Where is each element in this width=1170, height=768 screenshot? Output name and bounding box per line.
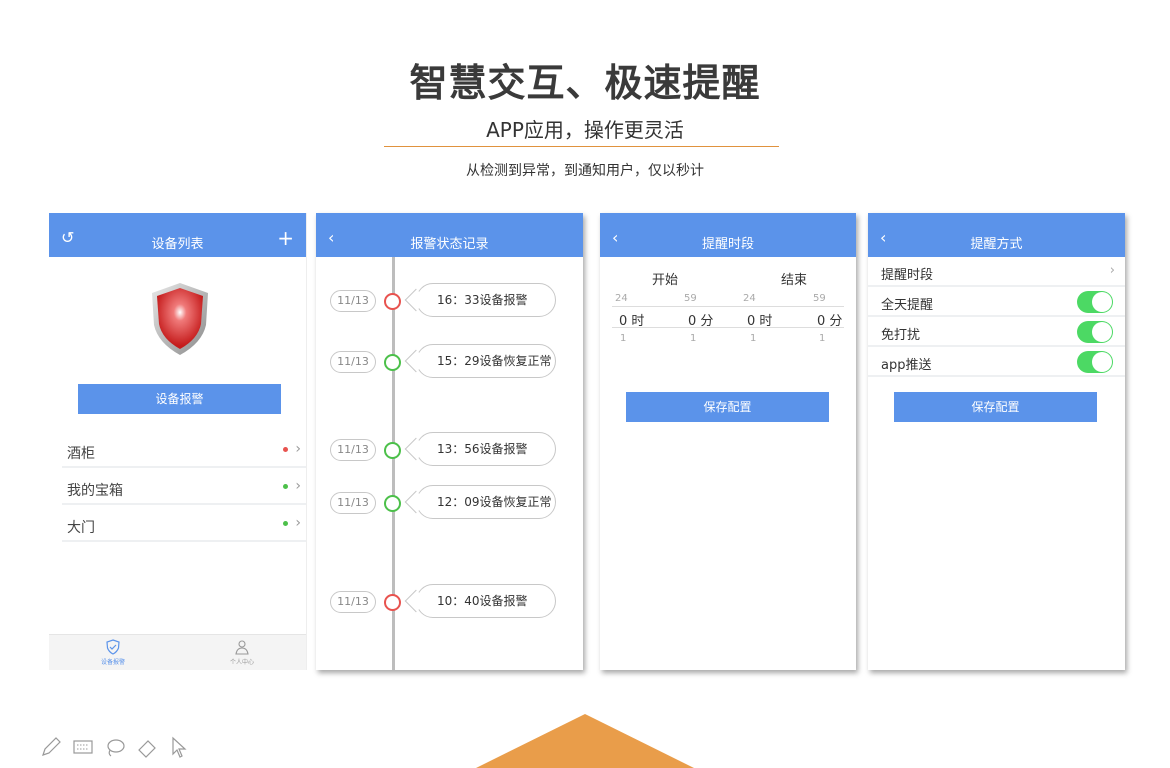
alarm-records-screen: ‹ 报警状态记录 11/13 16：33设备报警 11/13 15：29设备恢复… xyxy=(316,213,583,670)
pointer-icon[interactable] xyxy=(168,736,190,758)
settings-row-period[interactable]: 提醒时段 › xyxy=(868,257,1125,287)
list-item[interactable]: 酒柜 › xyxy=(62,431,306,468)
picker-next-value: 1 xyxy=(620,333,627,344)
record-text: 10：40设备报警 xyxy=(416,584,556,618)
dnd-toggle[interactable] xyxy=(1077,321,1113,343)
status-dot xyxy=(283,521,288,526)
end-label: 结束 xyxy=(781,273,808,288)
normal-marker xyxy=(384,442,401,459)
device-name: 我的宝箱 xyxy=(67,483,123,499)
decorative-triangle xyxy=(476,714,694,768)
nav-bar: ‹ 提醒时段 xyxy=(600,213,856,257)
device-name: 酒柜 xyxy=(67,446,95,462)
page-subtitle: APP应用，操作更灵活 xyxy=(486,118,684,142)
row-label: 免打扰 xyxy=(881,328,921,343)
picker-prev-value: 59 xyxy=(813,293,826,304)
record-text: 15：29设备恢复正常 xyxy=(416,344,556,378)
record-date: 11/13 xyxy=(330,351,376,373)
status-dot xyxy=(283,484,288,489)
row-label: 全天提醒 xyxy=(881,298,934,313)
timeline-entry[interactable]: 11/13 16：33设备报警 xyxy=(316,283,583,319)
normal-marker xyxy=(384,354,401,371)
status-dot xyxy=(283,447,288,452)
device-name: 大门 xyxy=(67,520,95,536)
settings-row-dnd: 免打扰 xyxy=(868,317,1125,347)
picker-next-value: 1 xyxy=(819,333,826,344)
reminder-period-screen: ‹ 提醒时段 开始 结束 24 59 24 59 0 时 0 分 0 时 0 分… xyxy=(600,213,856,670)
save-config-button[interactable]: 保存配置 xyxy=(626,392,829,422)
start-label: 开始 xyxy=(652,273,679,288)
record-date: 11/13 xyxy=(330,591,376,613)
nav-title: 报警状态记录 xyxy=(410,237,489,252)
timeline-entry[interactable]: 11/13 13：56设备报警 xyxy=(316,432,583,468)
picker-prev-value: 24 xyxy=(743,293,756,304)
picker-prev-value: 59 xyxy=(684,293,697,304)
tab-profile[interactable]: 个人中心 xyxy=(207,639,277,666)
nav-bar: ‹ 提醒方式 xyxy=(868,213,1125,257)
chevron-right-icon: › xyxy=(295,441,301,457)
record-text: 13：56设备报警 xyxy=(416,432,556,466)
chevron-right-icon: › xyxy=(295,478,301,494)
chevron-right-icon: › xyxy=(1109,263,1115,278)
page-description: 从检测到异常，到通知用户，仅以秒计 xyxy=(466,163,704,179)
nav-title: 提醒时段 xyxy=(701,237,754,252)
record-text: 16：33设备报警 xyxy=(416,283,556,317)
tab-device-alarm[interactable]: 设备报警 xyxy=(78,639,148,666)
settings-row-all-day: 全天提醒 xyxy=(868,287,1125,317)
nav-bar: ‹ 报警状态记录 xyxy=(316,213,583,257)
alarm-marker xyxy=(384,594,401,611)
nav-title: 设备列表 xyxy=(151,237,204,252)
picker-line xyxy=(612,306,844,307)
tab-bar: 设备报警 个人中心 xyxy=(49,634,306,670)
row-label: app推送 xyxy=(881,358,932,373)
list-item[interactable]: 大门 › xyxy=(62,505,306,542)
picker-next-value: 1 xyxy=(690,333,697,344)
reminder-method-screen: ‹ 提醒方式 提醒时段 › 全天提醒 免打扰 app推送 保存配置 xyxy=(868,213,1125,670)
row-label: 提醒时段 xyxy=(881,268,934,283)
record-date: 11/13 xyxy=(330,439,376,461)
pen-icon[interactable] xyxy=(40,736,62,758)
tab-label: 设备报警 xyxy=(100,659,125,666)
record-date: 11/13 xyxy=(330,290,376,312)
record-date: 11/13 xyxy=(330,492,376,514)
page-title: 智慧交互、极速提醒 xyxy=(409,61,761,105)
alarm-button[interactable]: 设备报警 xyxy=(78,384,281,414)
picker-prev-value: 24 xyxy=(615,293,628,304)
all-day-toggle[interactable] xyxy=(1077,291,1113,313)
app-push-toggle[interactable] xyxy=(1077,351,1113,373)
shield-check-icon xyxy=(106,639,120,655)
nav-bar: ↺ 设备列表 + xyxy=(49,213,306,257)
tab-label: 个人中心 xyxy=(229,659,254,666)
normal-marker xyxy=(384,495,401,512)
chevron-right-icon: › xyxy=(295,515,301,531)
shield-icon xyxy=(152,283,208,355)
user-icon xyxy=(235,640,249,655)
eraser-icon[interactable] xyxy=(136,736,158,758)
list-item[interactable]: 我的宝箱 › xyxy=(62,468,306,505)
record-text: 12：09设备恢复正常 xyxy=(416,485,556,519)
nav-title: 提醒方式 xyxy=(970,237,1023,252)
timeline-entry[interactable]: 11/13 15：29设备恢复正常 xyxy=(316,344,583,380)
save-config-button[interactable]: 保存配置 xyxy=(894,392,1097,422)
plus-icon[interactable]: + xyxy=(277,228,294,248)
timeline-entry[interactable]: 11/13 10：40设备报警 xyxy=(316,584,583,620)
timeline-entry[interactable]: 11/13 12：09设备恢复正常 xyxy=(316,485,583,521)
picker-line xyxy=(612,327,844,328)
device-list-screen: ↺ 设备列表 + 设备报警 酒柜 › 我的宝箱 › 大门 › 设备报警 个人中心 xyxy=(49,213,307,670)
picker-next-value: 1 xyxy=(750,333,757,344)
device-list: 酒柜 › 我的宝箱 › 大门 › xyxy=(62,431,306,542)
settings-row-app-push: app推送 xyxy=(868,347,1125,377)
keyboard-icon[interactable] xyxy=(72,736,94,758)
lasso-icon[interactable] xyxy=(104,736,126,758)
divider xyxy=(384,146,779,147)
alarm-marker xyxy=(384,293,401,310)
